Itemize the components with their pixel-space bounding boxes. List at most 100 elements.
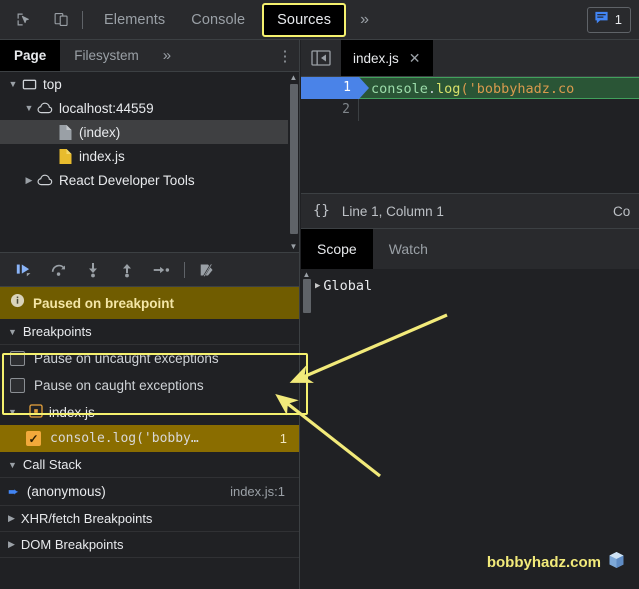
call-stack-section-title: Call Stack bbox=[22, 457, 82, 472]
scrollbar-thumb[interactable] bbox=[303, 279, 311, 313]
step-out-button[interactable] bbox=[110, 257, 144, 283]
tab-scope[interactable]: Scope bbox=[301, 229, 373, 269]
navigator-tab-filesystem[interactable]: Filesystem bbox=[60, 40, 153, 71]
tree-item-label: (index) bbox=[79, 124, 121, 140]
code-line-2[interactable]: 2 bbox=[301, 99, 639, 121]
tree-item-label: index.js bbox=[79, 148, 125, 164]
tab-watch[interactable]: Watch bbox=[373, 229, 444, 269]
navigator-more-tabs-button[interactable]: » bbox=[153, 40, 181, 71]
scope-entry-global[interactable]: ▶ Global bbox=[301, 269, 639, 294]
code-line-1[interactable]: 1 console.log('bobbyhadz.co bbox=[301, 77, 639, 99]
breakpoint-file-label: index.js bbox=[48, 404, 95, 420]
sources-left-column: Page Filesystem » ⋮ ▼ top ▼ localhost:44… bbox=[0, 40, 300, 589]
pretty-print-icon[interactable]: {} bbox=[313, 203, 330, 219]
breakpoint-enabled-checkbox[interactable] bbox=[26, 431, 41, 446]
show-navigator-icon[interactable] bbox=[301, 40, 341, 76]
scope-scrollbar[interactable]: ▲ bbox=[301, 269, 312, 586]
watermark-text: bobbyhadz.com bbox=[486, 554, 601, 571]
tab-sources[interactable]: Sources bbox=[262, 2, 347, 37]
inspect-element-icon[interactable] bbox=[8, 6, 38, 34]
breakpoint-file-icon bbox=[29, 403, 43, 421]
chevron-right-icon[interactable]: ▶ bbox=[8, 513, 15, 524]
scope-watch-tabbar: Scope Watch bbox=[301, 229, 639, 269]
js-file-icon bbox=[56, 148, 74, 165]
navigator-tab-page[interactable]: Page bbox=[0, 40, 61, 71]
pause-on-uncaught-exceptions-label: Pause on uncaught exceptions bbox=[34, 351, 219, 366]
close-icon[interactable]: ✕ bbox=[409, 50, 421, 67]
console-message-badge[interactable]: 1 bbox=[586, 6, 631, 33]
call-stack-frame-name: (anonymous) bbox=[26, 484, 106, 499]
code-token-console: console bbox=[371, 81, 428, 97]
breakpoint-file-group-index-js[interactable]: ▼ index.js bbox=[0, 399, 299, 425]
file-navigator-tree: ▼ top ▼ localhost:44559 (index) index.js… bbox=[0, 72, 299, 252]
code-editor[interactable]: 1 console.log('bobbyhadz.co 2 bbox=[301, 77, 639, 193]
collapse-caret-icon[interactable]: ▶ bbox=[22, 175, 36, 186]
expand-caret-icon[interactable]: ▼ bbox=[22, 103, 36, 113]
step-into-button[interactable] bbox=[76, 257, 110, 283]
editor-status-bar: {} Line 1, Column 1 Co bbox=[301, 193, 639, 229]
step-over-button[interactable] bbox=[42, 257, 76, 283]
scroll-up-icon[interactable]: ▲ bbox=[288, 72, 299, 83]
xhr-fetch-breakpoints-title: XHR/fetch Breakpoints bbox=[20, 511, 153, 526]
dom-breakpoints-title: DOM Breakpoints bbox=[20, 537, 124, 552]
code-line-1-content[interactable]: console.log('bobbyhadz.co bbox=[359, 77, 639, 99]
call-stack-frame[interactable]: ➨ (anonymous) index.js:1 bbox=[0, 478, 299, 506]
deactivate-breakpoints-button[interactable] bbox=[191, 257, 225, 283]
current-frame-arrow-icon: ➨ bbox=[8, 483, 19, 499]
navigator-scrollbar[interactable]: ▲ ▼ bbox=[288, 72, 299, 252]
tree-item-top[interactable]: ▼ top bbox=[0, 72, 299, 96]
scroll-down-icon[interactable]: ▼ bbox=[288, 241, 299, 252]
scope-entry-label: Global bbox=[323, 278, 373, 294]
pause-on-caught-exceptions-label: Pause on caught exceptions bbox=[34, 378, 204, 393]
cloud-icon bbox=[36, 173, 54, 187]
cursor-position-label: Line 1, Column 1 bbox=[341, 203, 444, 219]
breakpoint-item[interactable]: console.log('bobby… 1 bbox=[0, 425, 299, 452]
dom-breakpoints-section-header[interactable]: ▶ DOM Breakpoints bbox=[0, 532, 299, 558]
code-token-string: ('bobbyhadz.co bbox=[460, 81, 575, 97]
call-stack-section-header[interactable]: ▼ Call Stack bbox=[0, 452, 299, 478]
devtools-main-tabbar: Elements Console Sources » 1 bbox=[0, 0, 639, 40]
chevron-down-icon[interactable]: ▼ bbox=[8, 327, 17, 337]
tree-item-index[interactable]: (index) bbox=[0, 120, 299, 144]
debugger-toolbar-divider bbox=[184, 261, 185, 278]
breakpoints-section-header[interactable]: ▼ Breakpoints bbox=[0, 319, 299, 345]
more-tabs-button[interactable]: » bbox=[350, 0, 379, 40]
cloud-icon bbox=[36, 101, 54, 115]
pause-on-caught-exceptions-checkbox[interactable] bbox=[10, 378, 25, 393]
navigator-more-options-icon[interactable]: ⋮ bbox=[271, 40, 299, 71]
chevron-down-icon[interactable]: ▼ bbox=[8, 407, 17, 417]
xhr-fetch-breakpoints-section-header[interactable]: ▶ XHR/fetch Breakpoints bbox=[0, 506, 299, 532]
document-icon bbox=[56, 124, 74, 141]
line-number-2[interactable]: 2 bbox=[301, 99, 359, 121]
code-token-log: log bbox=[436, 81, 461, 97]
resume-script-execution-button[interactable] bbox=[8, 257, 42, 283]
expand-caret-icon[interactable]: ▼ bbox=[6, 79, 20, 89]
code-line-2-content[interactable] bbox=[359, 99, 639, 121]
tree-item-index-js[interactable]: index.js bbox=[0, 144, 299, 168]
pause-on-caught-exceptions-row[interactable]: Pause on caught exceptions bbox=[0, 372, 299, 399]
step-button[interactable] bbox=[144, 257, 178, 283]
sources-right-column: index.js ✕ 1 console.log('bobbyhadz.co 2… bbox=[301, 40, 639, 589]
tree-item-react-developer-tools[interactable]: ▶ React Developer Tools bbox=[0, 168, 299, 192]
pause-on-uncaught-exceptions-checkbox[interactable] bbox=[10, 351, 25, 366]
chevron-right-icon[interactable]: ▶ bbox=[8, 539, 15, 550]
tree-item-localhost[interactable]: ▼ localhost:44559 bbox=[0, 96, 299, 120]
paused-banner-text: Paused on breakpoint bbox=[33, 295, 175, 311]
coverage-label[interactable]: Co bbox=[613, 204, 639, 219]
console-message-icon bbox=[594, 10, 609, 30]
tab-elements[interactable]: Elements bbox=[91, 0, 178, 40]
scrollbar-thumb[interactable] bbox=[290, 84, 298, 234]
code-token-dot: . bbox=[427, 81, 437, 97]
editor-tab-index-js[interactable]: index.js ✕ bbox=[341, 40, 433, 76]
pause-on-uncaught-exceptions-row[interactable]: Pause on uncaught exceptions bbox=[0, 345, 299, 372]
breakpoint-line-number: 1 bbox=[279, 431, 287, 446]
tree-item-label: top bbox=[43, 76, 62, 92]
device-toolbar-icon[interactable] bbox=[46, 6, 76, 34]
paused-on-breakpoint-banner: Paused on breakpoint bbox=[0, 287, 299, 319]
chevron-right-icon[interactable]: ▶ bbox=[315, 281, 320, 291]
chevron-down-icon[interactable]: ▼ bbox=[8, 460, 17, 470]
line-number-1[interactable]: 1 bbox=[301, 77, 369, 99]
scope-panel-body: ▲ ▶ Global bobbyhadz.com bbox=[301, 269, 639, 586]
tab-console[interactable]: Console bbox=[178, 0, 258, 40]
editor-tab-label: index.js bbox=[353, 50, 399, 66]
